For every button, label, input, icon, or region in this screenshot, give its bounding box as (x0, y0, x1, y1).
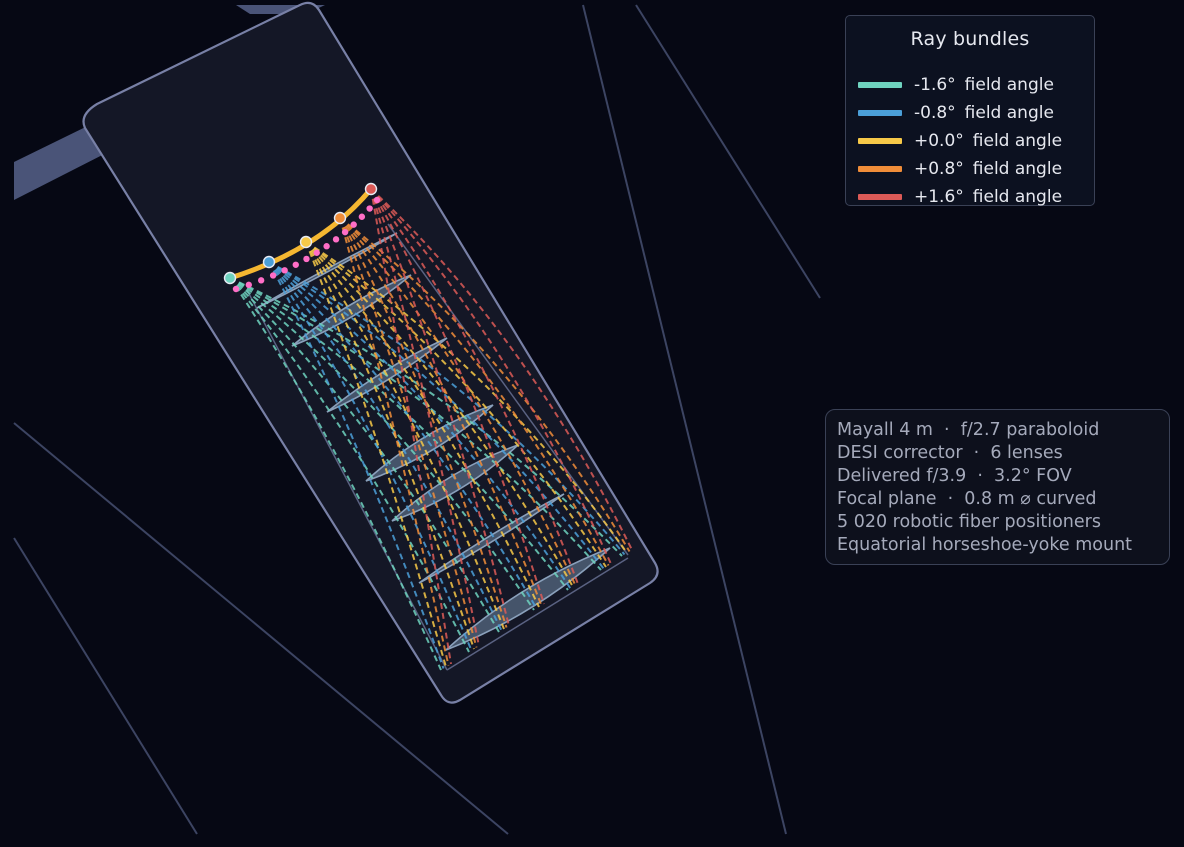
info-line: Focal plane · 0.8 m ⌀ curved (837, 489, 1097, 509)
legend-angle: +1.6° (914, 187, 964, 207)
info-line: DESI corrector · 6 lenses (837, 443, 1063, 463)
fiber-positioner-dot (281, 267, 288, 274)
legend-swatch (858, 82, 902, 88)
yoke-line (582, 4, 787, 835)
yoke-line (13, 537, 198, 835)
fiber-positioner-dot (245, 281, 252, 289)
telescope-tube (82, 1, 659, 704)
legend-title: Ray bundles (910, 28, 1030, 50)
legend-swatch (858, 166, 902, 172)
legend: Ray bundles -1.6° field angle -0.8° fiel… (845, 15, 1095, 209)
legend-angle: +0.0° (914, 131, 964, 151)
focus-point (333, 211, 347, 225)
legend-suffix: field angle (972, 159, 1063, 179)
fiber-positioner-dot (323, 243, 330, 250)
info-line: 5 020 robotic fiber positioners (837, 512, 1101, 532)
fiber-positioner-dot (358, 213, 366, 220)
info-line: Equatorial horseshoe-yoke mount (837, 535, 1133, 555)
legend-item: +1.6° field angle (858, 185, 1062, 209)
fiber-positioner-dot (350, 221, 357, 228)
info-line: Mayall 4 m · f/2.7 paraboloid (837, 420, 1100, 440)
tube-body (82, 1, 659, 704)
legend-swatch (858, 110, 902, 116)
legend-item: +0.8° field angle (858, 157, 1062, 181)
fiber-positioner-dot (373, 196, 381, 204)
legend-angle: -1.6° (914, 75, 956, 95)
fiber-positioner-dot (257, 277, 265, 284)
legend-swatch (858, 194, 902, 200)
fiber-positioner-dot (366, 205, 373, 212)
legend-suffix: field angle (972, 187, 1063, 207)
fiber-positioner-dot (232, 285, 240, 293)
legend-angle: -0.8° (914, 103, 956, 123)
legend-item: -0.8° field angle (858, 101, 1054, 125)
fiber-positioner-dot (341, 228, 349, 236)
focus-point (262, 255, 276, 269)
legend-item: +0.0° field angle (858, 129, 1062, 153)
fiber-positioner-dot (313, 249, 320, 256)
focus-point (223, 271, 237, 285)
fiber-positioner-dot (269, 272, 277, 279)
fiber-positioner-dot (303, 255, 310, 263)
legend-suffix: field angle (964, 75, 1054, 95)
fiber-positioner-dot (332, 236, 340, 243)
info-panel: Mayall 4 m · f/2.7 paraboloid DESI corre… (825, 409, 1170, 565)
legend-swatch (858, 138, 902, 144)
info-line: Delivered f/3.9 · 3.2° FOV (837, 466, 1072, 486)
legend-item: -1.6° field angle (858, 73, 1054, 97)
legend-angle: +0.8° (914, 159, 964, 179)
legend-suffix: field angle (964, 103, 1054, 123)
legend-suffix: field angle (972, 131, 1063, 151)
yoke-line (635, 4, 821, 299)
focus-point (364, 182, 378, 196)
focus-point (299, 235, 313, 249)
fiber-positioner-dot (292, 261, 299, 268)
